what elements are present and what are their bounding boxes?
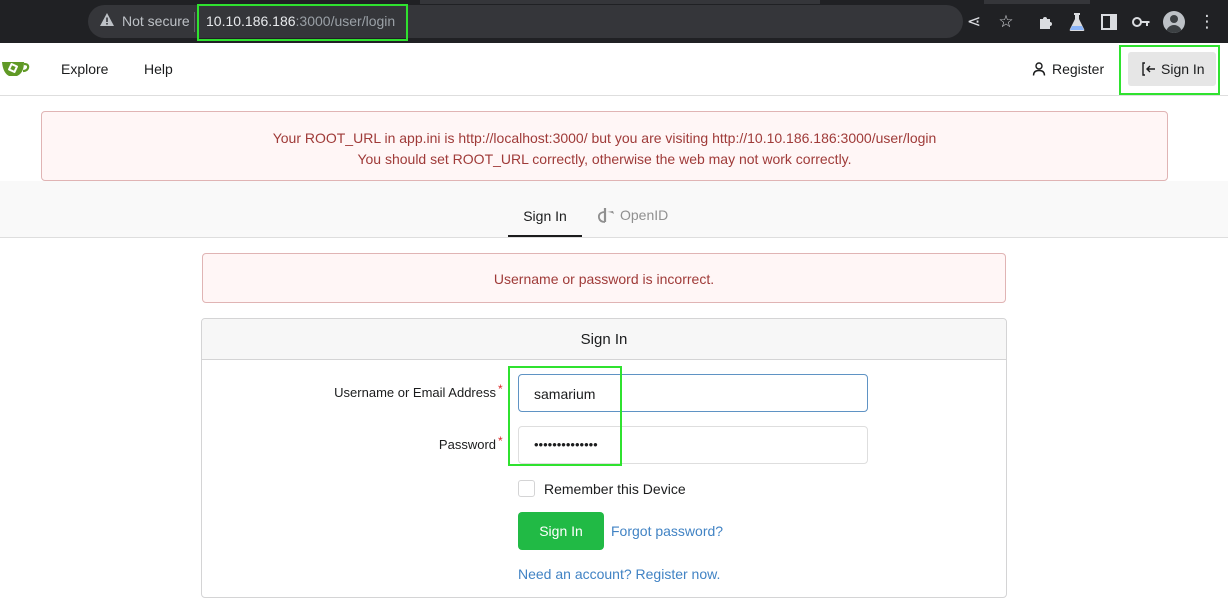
remember-checkbox[interactable] — [518, 480, 535, 497]
tab-openid-label: OpenID — [620, 207, 669, 223]
security-label[interactable]: Not secure — [122, 13, 190, 29]
more-menu-icon[interactable]: ⋮ — [1196, 11, 1218, 33]
signin-submit-button[interactable]: Sign In — [518, 512, 604, 550]
gitea-logo-icon[interactable] — [0, 57, 30, 81]
tab-signin[interactable]: Sign In — [508, 208, 582, 237]
required-mark: * — [498, 434, 503, 448]
nav-explore[interactable]: Explore — [61, 61, 108, 77]
register-now-link[interactable]: Need an account? Register now. — [518, 566, 720, 582]
extensions-icon[interactable] — [1037, 13, 1055, 31]
omnibox-divider — [194, 12, 195, 32]
nav-help[interactable]: Help — [144, 61, 173, 77]
browser-tab-edge — [984, 0, 1090, 4]
profile-avatar-icon[interactable] — [1163, 11, 1185, 33]
credentials-highlight-box — [508, 366, 622, 466]
share-icon[interactable]: ⋖ — [963, 11, 985, 33]
forgot-password-link[interactable]: Forgot password? — [611, 523, 723, 539]
key-icon[interactable] — [1132, 13, 1150, 31]
signin-highlight-box — [1119, 45, 1220, 95]
warning-icon[interactable] — [99, 12, 115, 28]
password-label: Password — [438, 437, 496, 452]
required-mark: * — [498, 382, 503, 396]
register-link[interactable]: Register — [1032, 61, 1104, 77]
username-label: Username or Email Address — [334, 385, 496, 400]
root-url-warning-line1: Your ROOT_URL in app.ini is http://local… — [272, 130, 937, 146]
openid-icon — [597, 208, 614, 223]
root-url-warning: Your ROOT_URL in app.ini is http://local… — [41, 111, 1168, 181]
root-url-warning-line2: You should set ROOT_URL correctly, other… — [357, 151, 852, 167]
register-label: Register — [1052, 61, 1105, 77]
url-highlight-box — [197, 4, 408, 41]
bookmark-star-icon[interactable]: ☆ — [995, 11, 1017, 33]
login-error-message: Username or password is incorrect. — [202, 253, 1006, 303]
browser-tab-edge — [420, 0, 820, 4]
tab-openid[interactable]: OpenID — [597, 207, 668, 223]
side-panel-icon[interactable] — [1100, 13, 1118, 31]
signin-form-title: Sign In — [202, 319, 1006, 360]
flask-extension-icon[interactable] — [1068, 12, 1086, 32]
user-icon — [1032, 62, 1046, 76]
remember-label[interactable]: Remember this Device — [544, 481, 686, 497]
